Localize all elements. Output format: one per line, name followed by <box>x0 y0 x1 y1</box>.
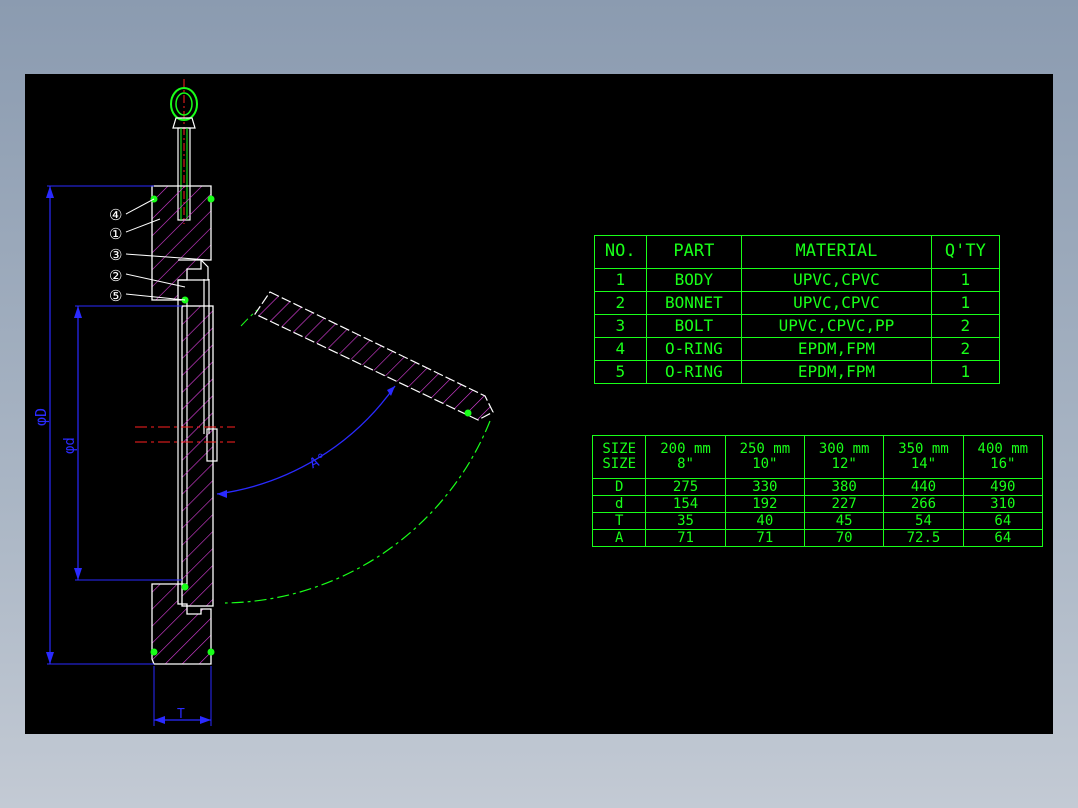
cell-material: EPDM,FPM <box>741 360 932 384</box>
dim-outer-diameter-label: φD <box>32 408 50 426</box>
table-row: 5 O-RING EPDM,FPM 1 <box>594 360 1001 384</box>
cell-value: 64 <box>962 512 1044 530</box>
cad-drawing-canvas: A° φD φd T ④ ① ③ ② ⑤ NO. PART MATERIAL Q… <box>25 74 1053 734</box>
cell-value: 35 <box>645 512 726 530</box>
cell-value: 330 <box>724 478 806 496</box>
cell-no: 5 <box>594 360 647 384</box>
size-header-250: 250 mm 10" <box>724 435 806 479</box>
balloon-1: ① <box>109 225 122 243</box>
cell-value: 54 <box>883 512 964 530</box>
balloon-3: ③ <box>109 246 122 264</box>
size-header-200: 200 mm 8" <box>645 435 726 479</box>
dim-inner-diameter-label: φd <box>62 437 78 454</box>
size-header-300: 300 mm 12" <box>804 435 885 479</box>
table-row: 4 O-RING EPDM,FPM 2 <box>594 337 1001 361</box>
size-header-label: SIZE SIZE <box>591 435 647 479</box>
cell-part: BODY <box>645 268 743 292</box>
cell-value: 310 <box>962 495 1044 513</box>
balloon-5: ⑤ <box>109 287 122 305</box>
table-row: D 275 330 380 440 490 <box>591 478 1044 496</box>
table-row: 1 BODY UPVC,CPVC 1 <box>594 268 1001 292</box>
cell-value: 440 <box>883 478 964 496</box>
cell-value: 40 <box>724 512 806 530</box>
cell-material: UPVC,CPVC <box>741 291 932 315</box>
cell-qty: 1 <box>930 360 1001 384</box>
open-disc-section <box>224 291 494 604</box>
cell-value: 192 <box>724 495 806 513</box>
header-part: PART <box>645 235 743 269</box>
cell-part: BONNET <box>645 291 743 315</box>
cell-part: O-RING <box>645 337 743 361</box>
size-table-header: SIZE SIZE 200 mm 8" 250 mm 10" 300 mm 12… <box>591 435 1044 479</box>
parts-table-header: NO. PART MATERIAL Q'TY <box>594 235 1001 269</box>
header-material: MATERIAL <box>741 235 932 269</box>
dim-thickness-label: T <box>177 707 185 722</box>
cell-value: 227 <box>804 495 885 513</box>
cell-no: 3 <box>594 314 647 338</box>
cell-value: 380 <box>804 478 885 496</box>
table-row: d 154 192 227 266 310 <box>591 495 1044 513</box>
size-header-350: 350 mm 14" <box>883 435 964 479</box>
header-no: NO. <box>594 235 647 269</box>
cell-value: 64 <box>962 529 1044 547</box>
cell-value: 275 <box>645 478 726 496</box>
table-row: 3 BOLT UPVC,CPVC,PP 2 <box>594 314 1001 338</box>
size-table: SIZE SIZE 200 mm 8" 250 mm 10" 300 mm 12… <box>591 435 1044 547</box>
cell-qty: 2 <box>930 337 1001 361</box>
cell-qty: 1 <box>930 268 1001 292</box>
cell-value: 490 <box>962 478 1044 496</box>
cell-part: O-RING <box>645 360 743 384</box>
cell-value: 71 <box>724 529 806 547</box>
cell-material: UPVC,CPVC <box>741 268 932 292</box>
cell-no: 1 <box>594 268 647 292</box>
row-label: T <box>591 512 647 530</box>
cell-material: EPDM,FPM <box>741 337 932 361</box>
cell-value: 154 <box>645 495 726 513</box>
cell-qty: 1 <box>930 291 1001 315</box>
table-row: T 35 40 45 54 64 <box>591 512 1044 530</box>
size-header-400: 400 mm 16" <box>962 435 1044 479</box>
angle-dimension: A° <box>216 385 396 498</box>
table-row: 2 BONNET UPVC,CPVC 1 <box>594 291 1001 315</box>
balloon-4: ④ <box>109 206 122 224</box>
balloon-2: ② <box>109 267 122 285</box>
valve-section-drawing: A° φD φd T ④ ① ③ ② ⑤ <box>32 79 494 726</box>
row-label: D <box>591 478 647 496</box>
cell-value: 72.5 <box>883 529 964 547</box>
cell-value: 71 <box>645 529 726 547</box>
header-qty: Q'TY <box>930 235 1001 269</box>
cell-part: BOLT <box>645 314 743 338</box>
table-row: A 71 71 70 72.5 64 <box>591 529 1044 547</box>
row-label: A <box>591 529 647 547</box>
row-label: d <box>591 495 647 513</box>
cell-value: 45 <box>804 512 885 530</box>
cell-no: 2 <box>594 291 647 315</box>
valve-body-section <box>135 185 235 665</box>
cell-material: UPVC,CPVC,PP <box>741 314 932 338</box>
cell-qty: 2 <box>930 314 1001 338</box>
cell-no: 4 <box>594 337 647 361</box>
cell-value: 70 <box>804 529 885 547</box>
cell-value: 266 <box>883 495 964 513</box>
parts-table: NO. PART MATERIAL Q'TY 1 BODY UPVC,CPVC … <box>594 235 1001 384</box>
